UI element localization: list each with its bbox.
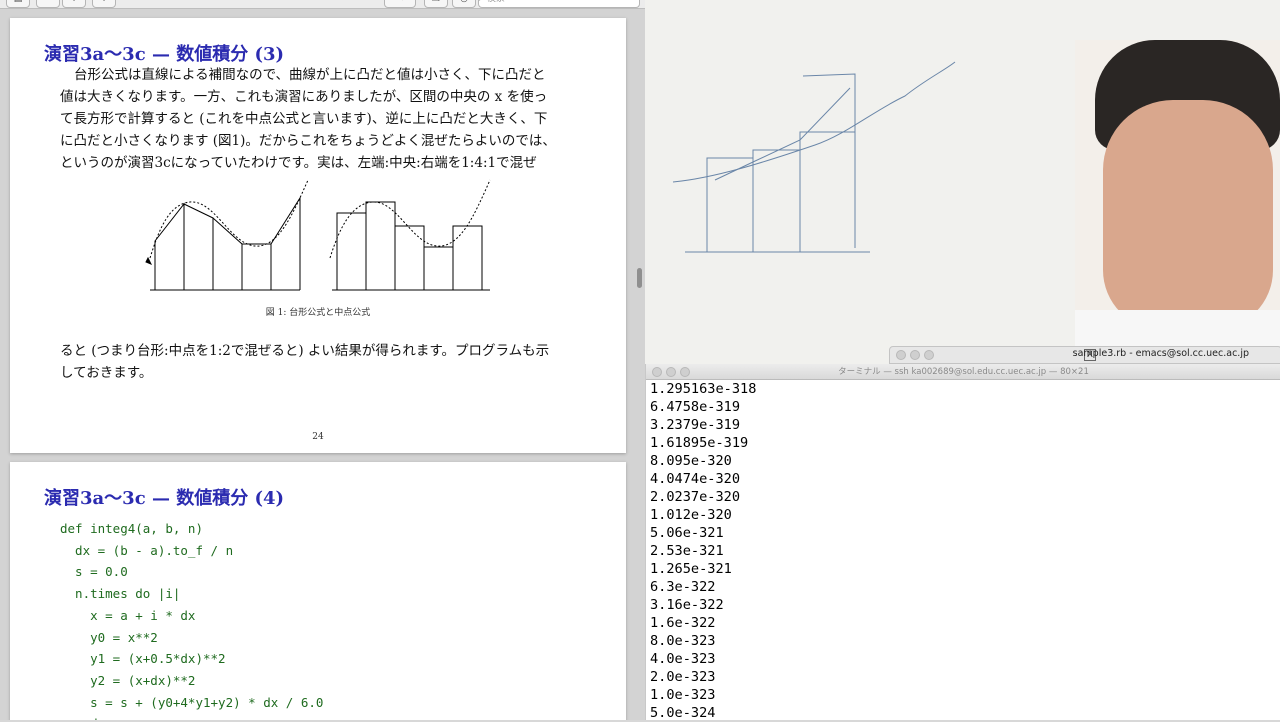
trapezoid-1 — [154, 202, 185, 290]
zoom-out-icon[interactable]: − — [36, 0, 60, 8]
text-line: 台形公式は直線による補間なので、曲線が上に凸だと値は小さく、下に凸だと — [74, 67, 546, 83]
output-line: 4.0e-323 — [650, 651, 716, 667]
zoom-in-icon[interactable]: + — [62, 0, 86, 8]
share-icon[interactable]: ↑ — [92, 0, 116, 8]
terminal-window[interactable]: ターミナル — ssh ka002689@sol.edu.cc.uec.ac.j… — [645, 364, 1280, 722]
text-line: に凸だと小さくなります (図1)。だからこれをちょうどよく混ぜたらよいのでは、 — [60, 133, 556, 149]
output-line: 1.6e-322 — [650, 615, 716, 631]
emacs-window-titlebar[interactable]: X sample3.rb - emacs@sol.cc.uec.ac.jp — [889, 346, 1280, 364]
emacs-title: sample3.rb - emacs@sol.cc.uec.ac.jp — [1072, 348, 1249, 359]
text-line: て長方形で計算すると (これを中点公式と言います)、逆に上に凸だと大きく、下 — [60, 111, 548, 127]
camera-feed — [645, 0, 1280, 366]
terminal-title: ターミナル — ssh ka002689@sol.edu.cc.uec.ac.j… — [838, 367, 1089, 377]
search-input[interactable]: ⌕ 検索 — [478, 0, 640, 8]
minimize-button[interactable] — [910, 350, 920, 360]
close-button[interactable] — [896, 350, 906, 360]
output-line: 1.012e-320 — [650, 507, 732, 523]
terminal-output[interactable]: 1.295163e-318 6.4758e-319 3.2379e-319 1.… — [646, 380, 1280, 722]
text-line: 値は大きくなります。一方、これも演習にありましたが、区間の中央の x を使っ — [60, 89, 548, 105]
paragraph-1: 台形公式は直線による補間なので、曲線が上に凸だと値は小さく、下に凸だと 値は大き… — [60, 64, 580, 174]
curve — [149, 179, 309, 259]
text-line: しておきます。 — [60, 365, 153, 381]
output-line: 3.2379e-319 — [650, 417, 741, 433]
code-line: y1 = (x+0.5*dx)**2 — [60, 651, 226, 667]
output-line: 2.0237e-320 — [650, 489, 741, 505]
search-icon: ⌕ — [479, 0, 484, 4]
pen-icon[interactable]: ✎ — [384, 0, 416, 8]
trapezoid-5 — [270, 196, 301, 290]
code-line: n.times do |i| — [60, 586, 181, 602]
trapezoid-4 — [242, 243, 272, 290]
code-line: s = 0.0 — [60, 564, 128, 580]
curve — [329, 179, 491, 259]
code-block: def integ4(a, b, n) dx = (b - a).to_f / … — [60, 518, 323, 720]
output-line: 8.095e-320 — [650, 453, 732, 469]
rectangle-2 — [365, 201, 396, 291]
page-number: 24 — [312, 432, 324, 442]
code-line: x = a + i * dx — [60, 607, 196, 623]
annotate-icon[interactable]: ◎ — [452, 0, 476, 8]
slide-title: 演習3a〜3c — 数値積分 (4) — [44, 488, 285, 509]
output-line: 6.4758e-319 — [650, 399, 741, 415]
output-line: 1.295163e-318 — [650, 381, 757, 397]
output-line: 1.0e-323 — [650, 687, 716, 703]
slide-title: 演習3a〜3c — 数値積分 (3) — [44, 44, 285, 65]
pdf-page-25: 演習3a〜3c — 数値積分 (4) def integ4(a, b, n) d… — [10, 462, 626, 720]
code-line: y2 = (x+dx)**2 — [60, 672, 196, 688]
output-line: 2.0e-323 — [650, 669, 716, 685]
hand-drawn-diagram — [672, 61, 956, 253]
mouse-cursor — [145, 256, 153, 265]
paragraph-2: ると (つまり台形:中点を1:2で混ぜると) よい結果が得られます。プログラムも… — [60, 340, 580, 384]
rectangle-5 — [452, 225, 483, 291]
code-line: def integ4(a, b, n) — [60, 521, 203, 536]
output-line: 1.265e-321 — [650, 561, 732, 577]
sidebar-icon[interactable]: ▤ — [6, 0, 30, 8]
code-line: dx = (b - a).to_f / n — [60, 542, 234, 558]
code-line: s = s + (y0+4*y1+y2) * dx / 6.0 — [60, 694, 324, 710]
zoom-button[interactable] — [924, 350, 934, 360]
output-line: 4.0474e-320 — [650, 471, 741, 487]
trapezoid-2 — [183, 203, 214, 290]
terminal-titlebar[interactable]: ターミナル — ssh ka002689@sol.edu.cc.uec.ac.j… — [646, 364, 1280, 380]
output-line: 1.61895e-319 — [650, 435, 749, 451]
rectangle-3 — [394, 225, 425, 291]
viewer-toolbar: ▤ − + ↑ ✎ ❐ ◎ ⌕ 検索 — [0, 0, 645, 9]
output-line: 5.06e-321 — [650, 525, 724, 541]
trapezoid-3 — [212, 217, 243, 290]
code-line: end — [60, 713, 323, 720]
output-line: 3.16e-322 — [650, 597, 724, 613]
pdf-page-24: 演習3a〜3c — 数値積分 (3) 台形公式は直線による補間なので、曲線が上に… — [10, 18, 626, 453]
text-line: というのが演習3cになっていたわけです。実は、左端:中央:右端を1:4:1で混ぜ — [60, 155, 537, 171]
output-line: 2.53e-321 — [650, 543, 724, 559]
scrollbar-thumb[interactable] — [637, 268, 642, 288]
rectangle-1 — [336, 212, 367, 291]
copy-icon[interactable]: ❐ — [424, 0, 448, 8]
midpoint-diagram — [329, 179, 491, 291]
output-line: 6.3e-322 — [650, 579, 716, 595]
code-line: y0 = x**2 — [60, 629, 158, 645]
output-line: 8.0e-323 — [650, 633, 716, 649]
figure-caption: 図 1: 台形公式と中点公式 — [265, 308, 371, 318]
rectangle-4 — [423, 246, 454, 291]
search-placeholder: 検索 — [487, 0, 505, 4]
figure-trapezoid-midpoint — [145, 179, 491, 291]
text-line: ると (つまり台形:中点を1:2で混ぜると) よい結果が得られます。プログラムも… — [60, 343, 550, 359]
trapezoid-diagram — [145, 179, 309, 291]
pdf-viewer: ▤ − + ↑ ✎ ❐ ◎ ⌕ 検索 演習3a〜3c — 数値積分 (3) 台形… — [0, 0, 645, 720]
output-line: 5.0e-324 — [650, 705, 716, 721]
presenter-video — [1075, 40, 1280, 366]
